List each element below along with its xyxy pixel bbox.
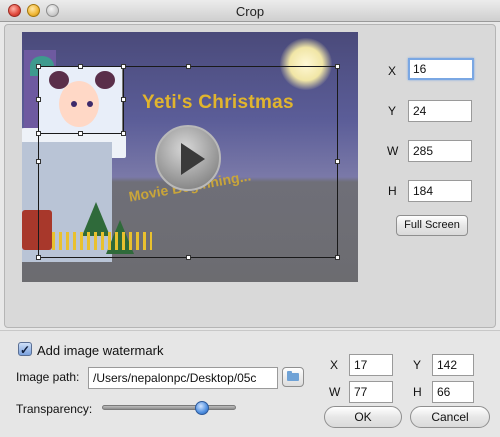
watermark-rectangle[interactable] (38, 66, 124, 134)
watermark-handle-bottom-left[interactable] (36, 131, 41, 136)
cancel-button[interactable]: Cancel (410, 406, 490, 428)
crop-x-label: X (388, 64, 397, 78)
watermark-handle-left[interactable] (36, 97, 41, 102)
crop-handle-bottom[interactable] (186, 255, 191, 260)
watermark-w-field[interactable]: 77 (349, 381, 393, 403)
crop-handle-bottom-right[interactable] (335, 255, 340, 260)
add-watermark-label: Add image watermark (37, 343, 164, 358)
watermark-h-field[interactable]: 66 (432, 381, 474, 403)
image-path-field[interactable]: /Users/nepalonpc/Desktop/05c (88, 367, 278, 389)
watermark-handle-bottom[interactable] (78, 131, 83, 136)
crop-y-label: Y (388, 104, 397, 118)
crop-handle-top-right[interactable] (335, 64, 340, 69)
image-path-label: Image path: (16, 370, 80, 384)
add-watermark-checkbox[interactable]: ✓ (18, 342, 32, 356)
crop-handle-bottom-left[interactable] (36, 255, 41, 260)
window-title: Crop (235, 4, 265, 19)
watermark-handle-right[interactable] (121, 97, 126, 102)
watermark-handle-bottom-right[interactable] (121, 131, 126, 136)
transparency-slider-knob[interactable] (195, 401, 209, 415)
watermark-y-label: Y (413, 358, 422, 372)
transparency-slider[interactable] (102, 401, 236, 415)
watermark-handle-top[interactable] (78, 64, 83, 69)
watermark-y-field[interactable]: 142 (432, 354, 474, 376)
video-preview[interactable]: Yeti's Christmas Movie Beginning... (22, 32, 358, 282)
watermark-handle-top-right[interactable] (121, 64, 126, 69)
folder-icon (287, 371, 299, 381)
crop-x-field[interactable]: 16 (408, 58, 474, 80)
transparency-label: Transparency: (16, 402, 93, 416)
full-screen-button[interactable]: Full Screen (396, 215, 468, 236)
crop-h-field[interactable]: 184 (408, 180, 472, 202)
crop-w-field[interactable]: 285 (408, 140, 472, 162)
browse-folder-button[interactable] (282, 367, 304, 387)
crop-h-label: H (388, 184, 397, 198)
crop-w-label: W (387, 144, 399, 158)
crop-y-field[interactable]: 24 (408, 100, 472, 122)
watermark-x-field[interactable]: 17 (349, 354, 393, 376)
watermark-x-label: X (330, 358, 339, 372)
title-bar: Crop (0, 0, 500, 22)
crop-handle-top-left[interactable] (36, 64, 41, 69)
ok-button[interactable]: OK (324, 406, 402, 428)
watermark-w-label: W (329, 385, 341, 399)
crop-handle-left[interactable] (36, 159, 41, 164)
watermark-h-label: H (413, 385, 422, 399)
checkmark-icon: ✓ (19, 343, 31, 357)
crop-handle-top[interactable] (186, 64, 191, 69)
crop-handle-right[interactable] (335, 159, 340, 164)
